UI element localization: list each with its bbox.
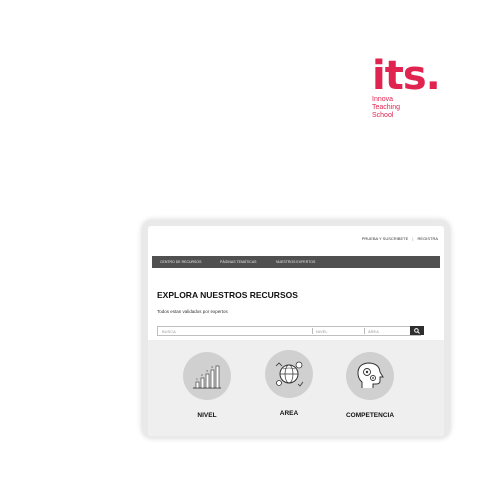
head-gears-icon xyxy=(357,362,384,388)
category-competencia-label: COMPETENCIA xyxy=(345,412,395,419)
search-button[interactable] xyxy=(410,326,424,335)
nav-item-thematic-pages[interactable]: PÁGINAS TEMÁTICAS xyxy=(220,260,257,264)
search-icon xyxy=(414,327,420,334)
search-bar: BUSCA NIVEL ÁREA xyxy=(157,326,421,336)
tablet-screen: PRUEBA Y SUSCRIBETE | REGISTRA CENTRO DE… xyxy=(148,226,444,436)
main-nav: CENTRO DE RECURSOS PÁGINAS TEMÁTICAS NUE… xyxy=(152,256,440,268)
nav-item-resource-center[interactable]: CENTRO DE RECURSOS xyxy=(160,260,201,264)
category-competencia[interactable]: COMPETENCIA xyxy=(340,352,400,419)
search-divider xyxy=(312,328,313,334)
tablet-device: PRUEBA Y SUSCRIBETE | REGISTRA CENTRO DE… xyxy=(142,220,450,438)
category-nivel[interactable]: 1 2 3 4 NIVEL xyxy=(177,352,237,419)
svg-text:4: 4 xyxy=(211,365,213,369)
svg-text:1: 1 xyxy=(196,377,198,381)
area-select[interactable]: ÁREA xyxy=(368,329,379,334)
category-area-label: AREA xyxy=(279,410,299,417)
level-select[interactable]: NIVEL xyxy=(316,329,328,334)
category-nivel-label: NIVEL xyxy=(197,412,217,419)
category-area[interactable]: AREA xyxy=(259,350,319,417)
top-links-separator: | xyxy=(412,236,414,241)
logo-line-3: School xyxy=(372,112,394,119)
top-links: PRUEBA Y SUSCRIBETE | REGISTRA xyxy=(359,236,438,241)
bar-steps-icon: 1 2 3 4 xyxy=(193,365,221,389)
svg-text:2: 2 xyxy=(201,373,203,377)
register-link[interactable]: REGISTRA xyxy=(418,236,438,241)
page-title: EXPLORA NUESTROS RECURSOS xyxy=(157,290,298,300)
categories-section: 1 2 3 4 NIVEL AREA COMPETENCIA xyxy=(148,340,444,436)
search-input[interactable]: BUSCA xyxy=(162,329,176,334)
top-bar: PRUEBA Y SUSCRIBETE | REGISTRA xyxy=(148,226,444,254)
category-area-circle xyxy=(265,350,313,398)
category-nivel-circle: 1 2 3 4 xyxy=(183,352,231,400)
its-logo: its. Innova Teaching School xyxy=(372,56,452,126)
category-competencia-circle xyxy=(346,352,394,400)
trial-subscribe-link[interactable]: PRUEBA Y SUSCRIBETE xyxy=(362,236,409,241)
page-subtitle: Todos estan validados por expertos xyxy=(157,309,228,314)
search-divider xyxy=(364,328,365,334)
logo-mark: its. xyxy=(372,53,441,99)
globe-gear-icon xyxy=(275,361,304,387)
logo-line-2: Teaching xyxy=(372,104,401,111)
nav-item-our-experts[interactable]: NUESTROS EXPERTOS xyxy=(276,260,315,264)
svg-text:3: 3 xyxy=(206,369,208,373)
